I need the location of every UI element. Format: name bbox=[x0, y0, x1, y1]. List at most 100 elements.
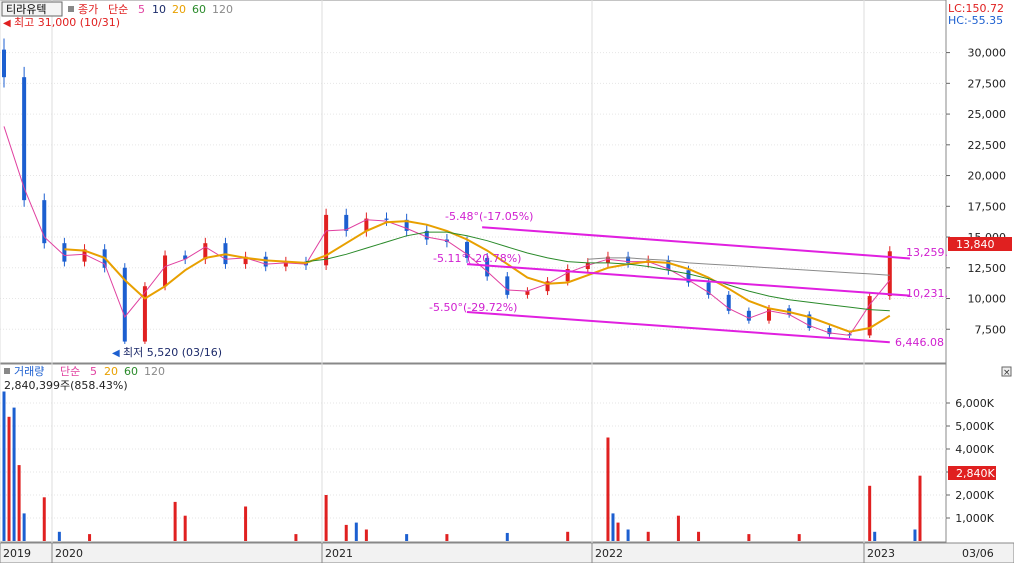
candle-body bbox=[746, 310, 751, 321]
volume-bar bbox=[505, 532, 509, 541]
volume-bar bbox=[616, 522, 620, 541]
ma-period-120[interactable]: 120 bbox=[212, 3, 233, 16]
volume-bar bbox=[173, 501, 177, 541]
volume-ma-60[interactable]: 60 bbox=[124, 365, 138, 378]
volume-bar bbox=[88, 534, 92, 541]
volume-bar bbox=[626, 529, 630, 541]
close-price-marker-icon bbox=[68, 6, 74, 12]
ma-period-60[interactable]: 60 bbox=[192, 3, 206, 16]
volume-panel[interactable] bbox=[0, 363, 947, 543]
lower-slope-label: -5.50°(-29.72%) bbox=[429, 301, 517, 314]
volume-tick-label: 4,000K bbox=[955, 443, 994, 456]
ma-period-20[interactable]: 20 bbox=[172, 3, 186, 16]
price-badge-text: 13,840 bbox=[956, 238, 995, 251]
hc-value: HC:-55.35 bbox=[948, 14, 1003, 27]
candle-body bbox=[867, 296, 872, 336]
year-label: 2020 bbox=[55, 547, 83, 560]
volume-bar bbox=[7, 416, 11, 541]
volume-marker-icon bbox=[4, 368, 10, 374]
lower-end-label: 6,446.08 bbox=[895, 336, 944, 349]
volume-bar bbox=[918, 475, 922, 541]
low-arrow-icon: ◀ bbox=[112, 348, 120, 359]
price-tick-label: 25,000 bbox=[968, 108, 1007, 121]
candle-body bbox=[163, 255, 168, 287]
volume-bar bbox=[697, 531, 701, 541]
price-tick-label: 20,000 bbox=[968, 170, 1007, 183]
ma-label[interactable]: 단순 bbox=[108, 3, 128, 16]
date-axis bbox=[0, 542, 1014, 563]
volume-tick-label: 2,000K bbox=[955, 489, 994, 502]
price-label[interactable]: 종가 bbox=[78, 3, 98, 16]
candle-body bbox=[324, 214, 329, 266]
candle-body bbox=[22, 77, 27, 201]
upper-end-label: 13,259. bbox=[906, 246, 948, 259]
stock-name: 티라유텍 bbox=[6, 3, 46, 16]
volume-bar bbox=[797, 534, 801, 541]
volume-bar bbox=[354, 522, 358, 541]
volume-bar bbox=[405, 534, 409, 541]
volume-bar bbox=[868, 485, 872, 541]
candle-body bbox=[263, 256, 268, 267]
volume-tick-label: 5,000K bbox=[955, 420, 994, 433]
volume-bar bbox=[57, 531, 61, 541]
volume-ma-20[interactable]: 20 bbox=[104, 365, 118, 378]
volume-y-axis: 6,000K5,000K4,000K3,000K2,000K1,000K bbox=[946, 397, 995, 525]
volume-bar bbox=[445, 534, 449, 541]
year-label: 2023 bbox=[867, 547, 895, 560]
low-annotation: 최저 5,520 (03/16) bbox=[123, 346, 222, 359]
volume-badge-text: 2,840K bbox=[956, 467, 995, 480]
stock-chart[interactable]: 30,00027,50025,00022,50020,00017,50015,0… bbox=[0, 0, 1014, 563]
high-annotation: 최고 31,000 (10/31) bbox=[14, 16, 120, 29]
candle-body bbox=[525, 291, 530, 295]
price-tick-label: 30,000 bbox=[968, 47, 1007, 60]
volume-bar bbox=[42, 497, 46, 541]
volume-bar bbox=[2, 391, 6, 541]
volume-bar bbox=[183, 515, 187, 541]
volume-bar bbox=[606, 437, 610, 541]
mid-slope-label: -5.11°(-20.78%) bbox=[433, 252, 521, 265]
volume-ma-label[interactable]: 단순 bbox=[60, 365, 80, 378]
volume-bar bbox=[611, 513, 615, 541]
volume-bar bbox=[364, 529, 368, 541]
volume-bar bbox=[566, 531, 570, 541]
year-label: 2019 bbox=[3, 547, 31, 560]
volume-current: 2,840,399주(858.43%) bbox=[4, 379, 128, 392]
candle-body bbox=[62, 243, 67, 262]
price-tick-label: 12,500 bbox=[968, 262, 1007, 275]
volume-bar bbox=[913, 529, 917, 541]
date-right-label: 03/06 bbox=[962, 547, 994, 560]
volume-tick-label: 6,000K bbox=[955, 397, 994, 410]
mid-end-label: 10,231. bbox=[906, 287, 948, 300]
volume-ma-5[interactable]: 5 bbox=[90, 365, 97, 378]
volume-tick-label: 1,000K bbox=[955, 512, 994, 525]
price-tick-label: 22,500 bbox=[968, 139, 1007, 152]
volume-bar bbox=[12, 407, 16, 541]
year-label: 2022 bbox=[595, 547, 623, 560]
volume-bar bbox=[873, 531, 877, 541]
volume-bar bbox=[676, 515, 680, 541]
candle-body bbox=[767, 308, 772, 321]
volume-close-icon-glyph: × bbox=[1003, 368, 1011, 378]
price-tick-label: 27,500 bbox=[968, 77, 1007, 90]
volume-bar bbox=[344, 524, 348, 541]
volume-bar bbox=[17, 465, 21, 541]
volume-ma-120[interactable]: 120 bbox=[144, 365, 165, 378]
price-tick-label: 17,500 bbox=[968, 200, 1007, 213]
volume-bar bbox=[294, 534, 298, 541]
ma-period-10[interactable]: 10 bbox=[152, 3, 166, 16]
volume-bar bbox=[646, 531, 650, 541]
volume-bar bbox=[244, 506, 248, 541]
volume-bar bbox=[22, 513, 26, 541]
volume-bar bbox=[324, 495, 328, 541]
price-tick-label: 7,500 bbox=[975, 323, 1007, 336]
ma-period-5[interactable]: 5 bbox=[138, 3, 145, 16]
year-label: 2021 bbox=[325, 547, 353, 560]
volume-label[interactable]: 거래량 bbox=[14, 365, 44, 378]
price-y-axis: 30,00027,50025,00022,50020,00017,50015,0… bbox=[946, 47, 1007, 336]
candle-body bbox=[505, 276, 510, 295]
volume-bar bbox=[747, 534, 751, 541]
high-arrow-icon: ◀ bbox=[3, 18, 11, 29]
price-tick-label: 10,000 bbox=[968, 293, 1007, 306]
upper-slope-label: -5.48°(-17.05%) bbox=[445, 210, 533, 223]
candle-body bbox=[384, 218, 389, 220]
